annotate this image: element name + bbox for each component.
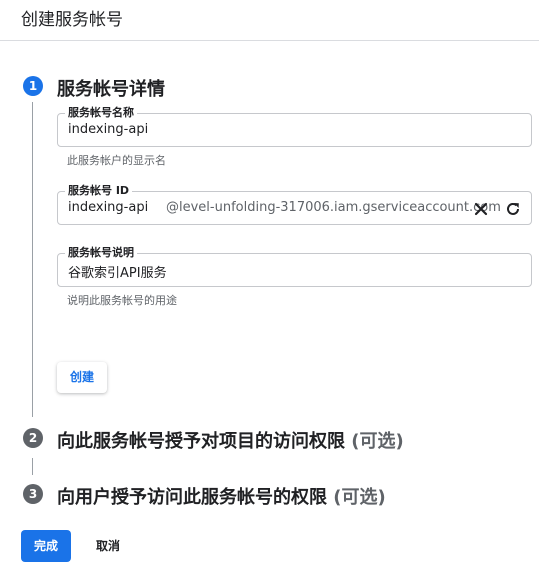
step-connector-2 — [32, 458, 33, 475]
done-button[interactable]: 完成 — [21, 530, 71, 562]
service-account-description-label: 服务帐号说明 — [65, 244, 137, 260]
step-2-title-text: 向此服务帐号授予对项目的访问权限 — [57, 431, 345, 452]
step-2-title[interactable]: 向此服务帐号授予对项目的访问权限 (可选) — [57, 427, 404, 453]
cancel-button[interactable]: 取消 — [86, 530, 130, 562]
service-account-name-input[interactable]: indexing-api — [68, 122, 148, 137]
service-account-name-hint: 此服务帐户的显示名 — [67, 154, 166, 167]
clear-icon[interactable] — [472, 200, 490, 218]
step-1-badge: 1 — [23, 76, 43, 96]
service-account-id-input[interactable]: indexing-api — [68, 200, 148, 215]
step-connector-1 — [32, 102, 33, 417]
create-button[interactable]: 创建 — [57, 362, 107, 393]
service-account-description-hint: 说明此服务帐号的用途 — [67, 294, 177, 307]
service-account-id-field[interactable]: 服务帐号 ID indexing-api @level-unfolding-31… — [57, 182, 532, 225]
step-2-optional: (可选) — [351, 431, 404, 452]
service-account-id-label: 服务帐号 ID — [65, 182, 133, 198]
step-3-badge: 3 — [23, 484, 43, 504]
page-title: 创建服务帐号 — [21, 10, 123, 30]
service-account-description-input[interactable]: 谷歌索引API服务 — [68, 262, 167, 281]
service-account-id-domain: @level-unfolding-317006.iam.gserviceacco… — [166, 200, 501, 215]
page-header: 创建服务帐号 — [0, 0, 539, 41]
service-account-name-label: 服务帐号名称 — [65, 104, 137, 120]
step-3-title-text: 向用户授予访问此服务帐号的权限 — [57, 487, 327, 508]
step-3-optional: (可选) — [333, 487, 386, 508]
service-account-name-field[interactable]: 服务帐号名称 indexing-api — [57, 104, 532, 147]
step-1-title[interactable]: 服务帐号详情 — [57, 75, 165, 101]
step-2-badge: 2 — [23, 428, 43, 448]
refresh-icon[interactable] — [504, 200, 522, 218]
service-account-description-field[interactable]: 服务帐号说明 谷歌索引API服务 — [57, 244, 532, 287]
step-3-title[interactable]: 向用户授予访问此服务帐号的权限 (可选) — [57, 483, 386, 509]
